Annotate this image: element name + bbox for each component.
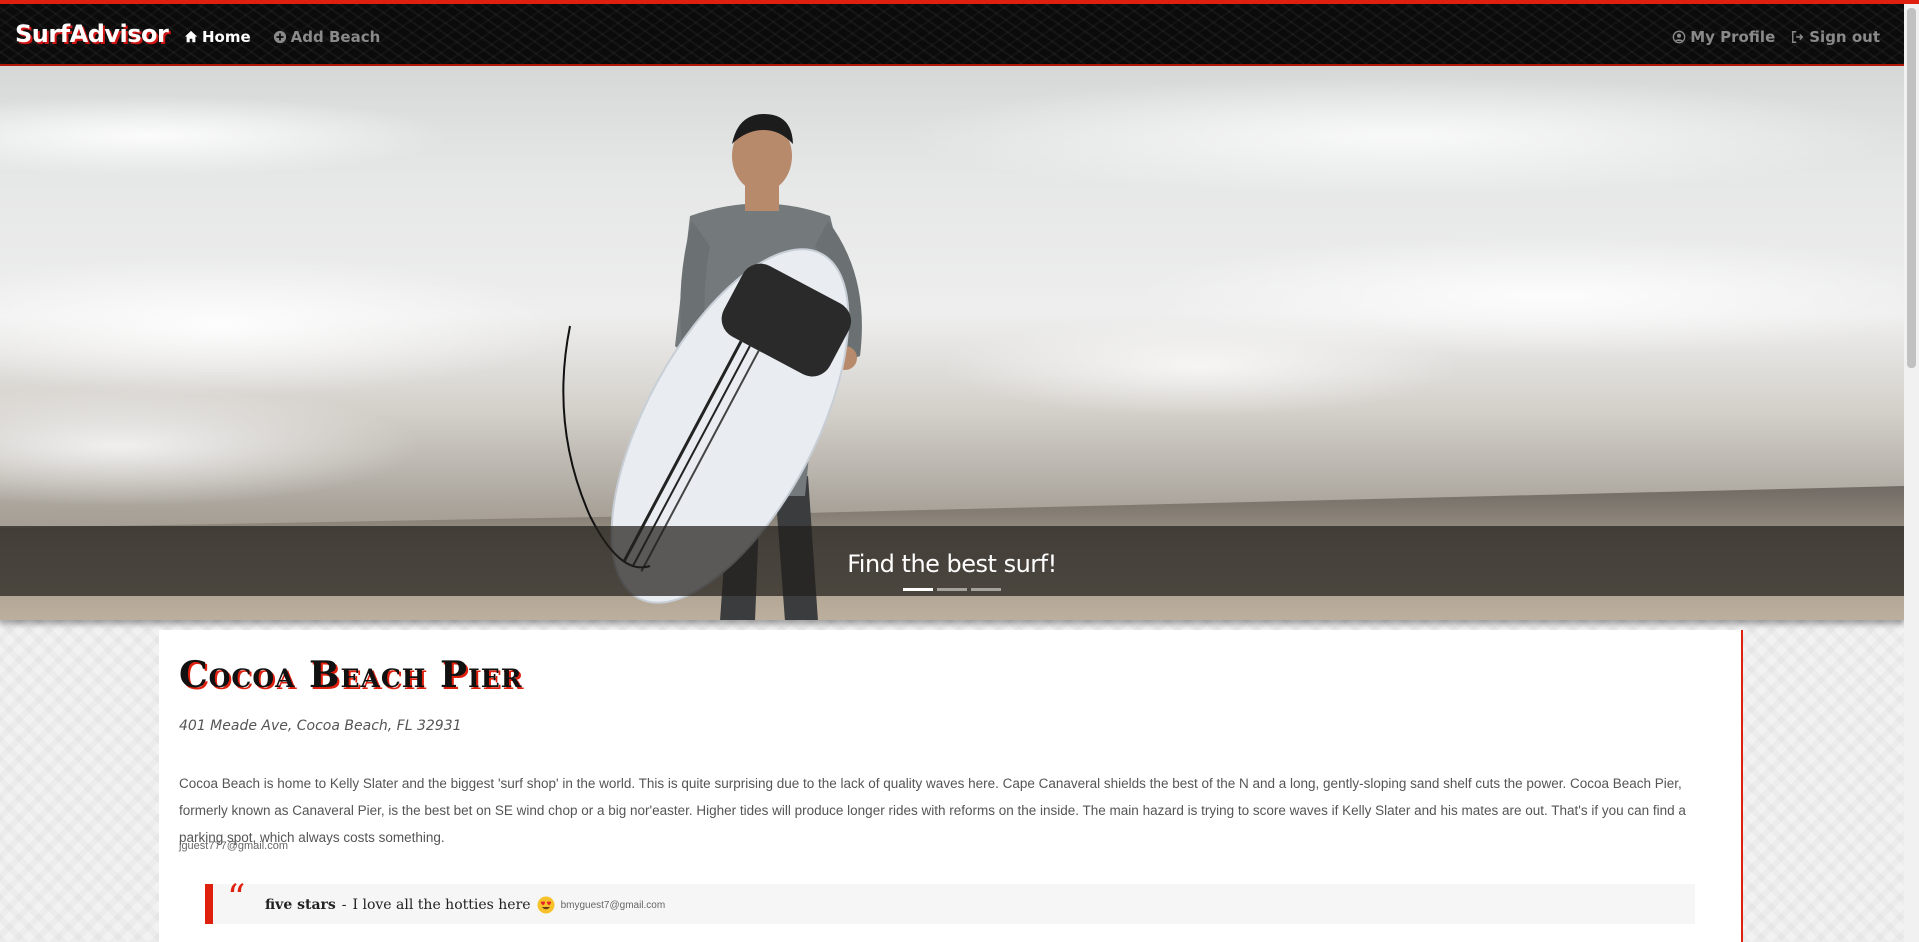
page-scrollbar[interactable] [1904, 4, 1919, 942]
brand-logo[interactable]: SurfAdvisor [15, 20, 169, 48]
nav-right: My Profile Sign out [1672, 28, 1880, 46]
scrollbar-thumb[interactable] [1907, 8, 1916, 368]
review-item: “ five stars - I love all the hotties he… [205, 878, 1695, 924]
nav-home-label: Home [202, 28, 251, 46]
beach-detail-card: Cocoa Beach Pier 401 Meade Ave, Cocoa Be… [159, 630, 1743, 942]
carousel-indicators [0, 588, 1904, 591]
carousel-indicator-2[interactable] [937, 588, 967, 591]
nav-left: Home Add Beach [184, 28, 380, 46]
user-circle-icon [1672, 30, 1686, 44]
navbar: SurfAdvisor Home Add Beach My Profile Si… [0, 4, 1904, 66]
review-text: I love all the hotties here [352, 897, 531, 913]
carousel-indicator-1[interactable] [903, 588, 933, 591]
nav-sign-out-label: Sign out [1809, 28, 1880, 46]
nav-sign-out-link[interactable]: Sign out [1791, 28, 1880, 46]
beach-name: Cocoa Beach Pier [179, 654, 523, 696]
beach-address: 401 Meade Ave, Cocoa Beach, FL 32931 [179, 718, 462, 734]
review-rating: five stars [265, 897, 336, 913]
sign-out-icon [1792, 31, 1804, 43]
nav-add-beach-label: Add Beach [290, 28, 381, 46]
home-icon [184, 30, 198, 43]
beach-posted-by: jguest777@gmail.com [179, 840, 288, 852]
hero-carousel[interactable]: Find the best surf! [0, 66, 1904, 620]
carousel-caption: Find the best surf! [847, 550, 1057, 578]
nav-add-beach-link[interactable]: Add Beach [273, 28, 381, 46]
nav-my-profile-label: My Profile [1690, 28, 1776, 46]
review-line: five stars - I love all the hotties here… [265, 896, 665, 914]
nav-my-profile-link[interactable]: My Profile [1672, 28, 1775, 46]
plus-circle-icon [273, 30, 286, 44]
beach-description: Cocoa Beach is home to Kelly Slater and … [179, 776, 1686, 845]
nav-home-link[interactable]: Home [184, 28, 251, 46]
carousel-indicator-3[interactable] [971, 588, 1001, 591]
review-separator: - [341, 897, 347, 913]
quote-icon: “ [227, 878, 246, 919]
heart-eyes-emoji-icon [537, 896, 555, 914]
review-user[interactable]: bmyguest7@gmail.com [561, 900, 666, 911]
